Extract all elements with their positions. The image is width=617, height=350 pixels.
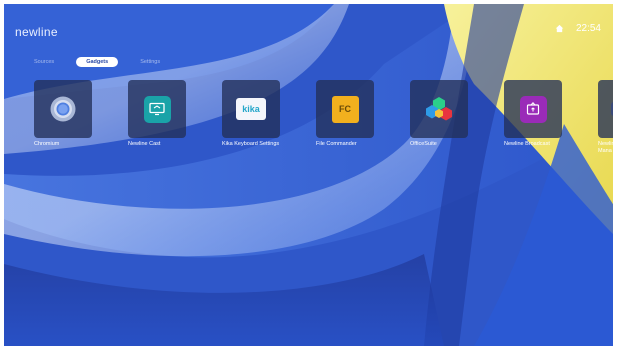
app-officesuite[interactable]: OfficeSuite bbox=[410, 80, 468, 148]
app-newline-cast[interactable]: Newline Cast bbox=[128, 80, 186, 148]
tab-settings[interactable]: Settings bbox=[130, 57, 170, 67]
cast-icon bbox=[143, 95, 171, 123]
app-newline-broadcast[interactable]: Newline Broadcast bbox=[504, 80, 562, 148]
app-grid: Chromium Newline Cast kika Kika Keyboard… bbox=[34, 80, 562, 148]
app-file-commander[interactable]: FC File Commander bbox=[316, 80, 374, 148]
app-tile[interactable] bbox=[128, 80, 186, 138]
app-tile[interactable] bbox=[34, 80, 92, 138]
app-tile[interactable]: FC bbox=[316, 80, 374, 138]
app-label: Newline Mana bbox=[598, 141, 613, 154]
manager-icon bbox=[611, 102, 613, 116]
chromium-icon bbox=[50, 96, 76, 122]
officesuite-icon bbox=[426, 97, 452, 121]
app-tile[interactable] bbox=[504, 80, 562, 138]
clock-time: 22:54 bbox=[575, 23, 601, 34]
brand-logo: newline bbox=[15, 25, 58, 39]
home-icon[interactable] bbox=[555, 24, 564, 33]
app-label: Kika Keyboard Settings bbox=[222, 141, 280, 147]
app-tile[interactable]: kika bbox=[222, 80, 280, 138]
wallpaper bbox=[4, 4, 613, 346]
app-tile[interactable] bbox=[410, 80, 468, 138]
category-tabs: Sources Gadgets Settings bbox=[24, 57, 170, 67]
app-chromium[interactable]: Chromium bbox=[34, 80, 92, 148]
app-label: File Commander bbox=[316, 141, 357, 147]
tab-sources[interactable]: Sources bbox=[24, 57, 64, 67]
broadcast-icon bbox=[519, 95, 547, 123]
kika-icon: kika bbox=[236, 98, 266, 120]
app-newline-manager[interactable]: Newline Mana bbox=[598, 80, 613, 155]
app-label: Newline Cast bbox=[128, 141, 161, 147]
tab-gadgets[interactable]: Gadgets bbox=[76, 57, 119, 67]
file-commander-icon: FC bbox=[331, 95, 359, 123]
app-label: Newline Broadcast bbox=[504, 141, 550, 147]
app-kika-keyboard-settings[interactable]: kika Kika Keyboard Settings bbox=[222, 80, 280, 148]
desktop-screen: newline 22:54 Sources Gadgets Settings C… bbox=[4, 4, 613, 346]
app-tile[interactable] bbox=[598, 80, 613, 138]
app-label: OfficeSuite bbox=[410, 141, 437, 147]
app-label: Chromium bbox=[34, 141, 60, 147]
status-bar: 22:54 bbox=[555, 23, 601, 34]
